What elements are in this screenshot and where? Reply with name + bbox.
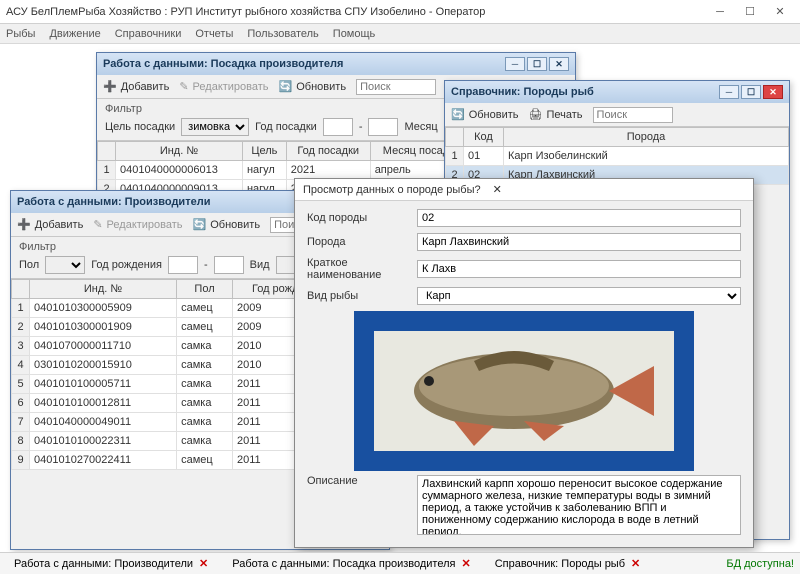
desc-field[interactable] [417, 475, 741, 535]
close-icon[interactable]: ✕ [631, 557, 640, 570]
db-status: БД доступна! [726, 558, 794, 570]
menu-fish[interactable]: Рыбы [6, 28, 35, 40]
code-field[interactable] [417, 209, 741, 227]
short-field[interactable] [417, 260, 741, 278]
year-to-input[interactable] [214, 256, 244, 274]
breed-field[interactable] [417, 233, 741, 251]
year-to-input[interactable] [368, 118, 398, 136]
close-icon[interactable]: ✕ [199, 557, 208, 570]
window-title: Справочник: Породы рыб [451, 86, 594, 98]
menubar: Рыбы Движение Справочники Отчеты Пользов… [0, 24, 800, 44]
refresh-button[interactable]: 🔄 Обновить [193, 218, 261, 231]
maximize-icon[interactable]: ☐ [736, 3, 764, 21]
table-row: 101Карп Изобелинский [446, 147, 789, 166]
menu-move[interactable]: Движение [49, 28, 100, 40]
sex-select[interactable] [45, 256, 85, 274]
close-icon[interactable]: ✕ [766, 3, 794, 21]
goal-select[interactable]: зимовка [181, 118, 249, 136]
close-icon[interactable]: ✕ [493, 183, 502, 196]
statusbar: Работа с данными: Производители✕ Работа … [0, 552, 800, 574]
help-icon[interactable]: ? [475, 184, 481, 196]
status-tab[interactable]: Справочник: Породы рыб✕ [487, 557, 649, 570]
window-title: Работа с данными: Производители [17, 196, 210, 208]
fish-image [354, 311, 694, 471]
maximize-icon[interactable]: ☐ [741, 85, 761, 99]
maximize-icon[interactable]: ☐ [527, 57, 547, 71]
menu-user[interactable]: Пользователь [247, 28, 318, 40]
refresh-button[interactable]: 🔄 Обновить [451, 108, 519, 121]
menu-refs[interactable]: Справочники [115, 28, 182, 40]
search-input[interactable] [593, 107, 673, 123]
status-tab[interactable]: Работа с данными: Производители✕ [6, 557, 216, 570]
app-title: АСУ БелПлемРыба Хозяйство : РУП Институт… [6, 6, 485, 18]
year-from-input[interactable] [323, 118, 353, 136]
close-icon[interactable]: ✕ [461, 557, 470, 570]
edit-button[interactable]: ✎ Редактировать [179, 80, 268, 93]
close-icon[interactable]: ✕ [549, 57, 569, 71]
porody-grid[interactable]: КодПорода 101Карп Изобелинский 202Карп Л… [445, 127, 789, 185]
edit-button[interactable]: ✎ Редактировать [93, 218, 182, 231]
minimize-icon[interactable]: ─ [505, 57, 525, 71]
refresh-button[interactable]: 🔄 Обновить [279, 80, 347, 93]
status-tab[interactable]: Работа с данными: Посадка производителя✕ [224, 557, 478, 570]
add-button[interactable]: ➕ Добавить [17, 218, 83, 231]
menu-reports[interactable]: Отчеты [195, 28, 233, 40]
dialog-breed-view: Просмотр данных о породе рыбы ? ✕ Код по… [294, 178, 754, 548]
add-button[interactable]: ➕ Добавить [103, 80, 169, 93]
print-button[interactable]: 🖨 Печать [529, 108, 583, 121]
year-from-input[interactable] [168, 256, 198, 274]
kind-select[interactable]: Карп [417, 287, 741, 305]
minimize-icon[interactable]: ─ [706, 3, 734, 21]
search-input[interactable] [356, 79, 436, 95]
menu-help[interactable]: Помощь [333, 28, 376, 40]
dialog-title: Просмотр данных о породе рыбы [303, 184, 475, 196]
app-titlebar: АСУ БелПлемРыба Хозяйство : РУП Институт… [0, 0, 800, 24]
window-title: Работа с данными: Посадка производителя [103, 58, 343, 70]
close-icon[interactable]: ✕ [763, 85, 783, 99]
minimize-icon[interactable]: ─ [719, 85, 739, 99]
